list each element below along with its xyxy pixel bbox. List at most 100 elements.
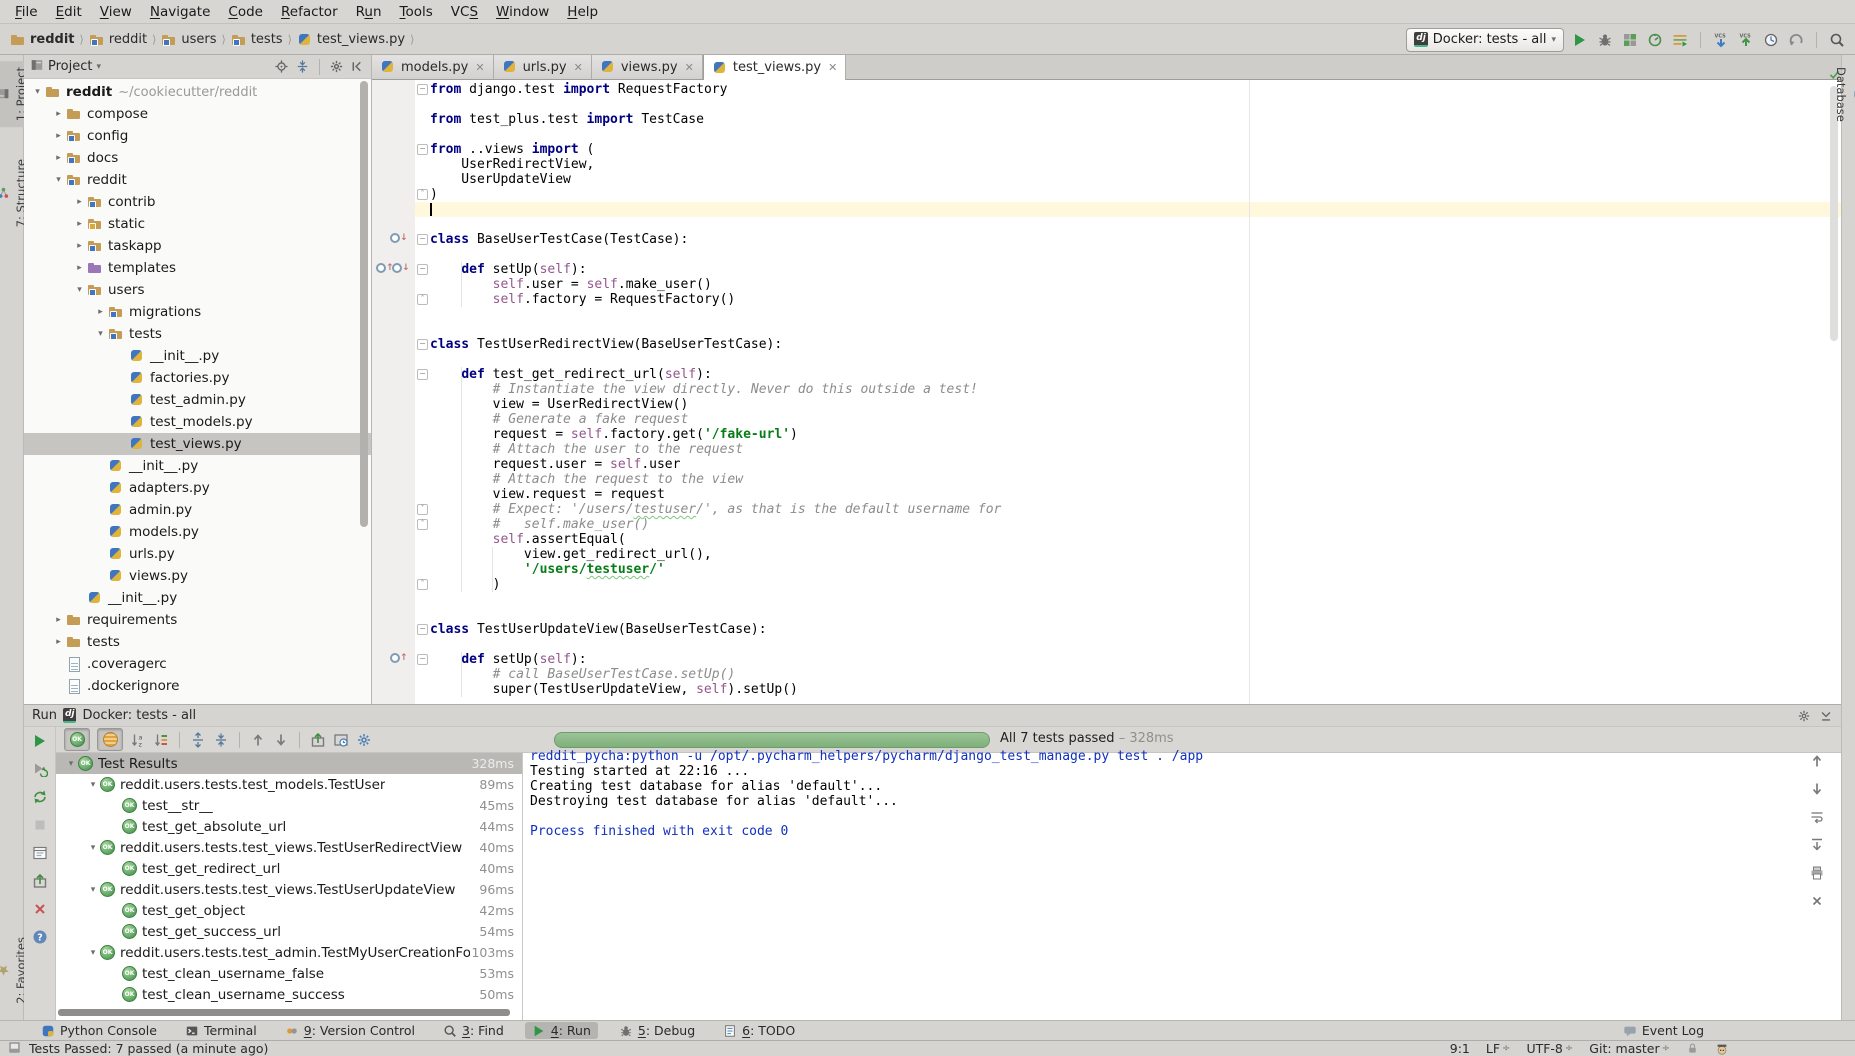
sort-by-duration-button[interactable] — [153, 732, 169, 748]
code-editor[interactable]: from django.test import RequestFactoryfr… — [372, 80, 1841, 704]
tree-toggle-icon[interactable]: ▾ — [86, 885, 100, 895]
project-tree-item-users[interactable]: ▾users — [24, 279, 371, 301]
scroll-to-end-button[interactable] — [1809, 837, 1825, 853]
tree-toggle-icon[interactable]: ▸ — [51, 109, 66, 119]
toolwindow-4-run[interactable]: 4: Run — [525, 1022, 598, 1039]
project-tree-item-__init__-py[interactable]: __init__.py — [24, 455, 371, 477]
project-tree-item-test_admin-py[interactable]: test_admin.py — [24, 389, 371, 411]
test-history-menu-button[interactable] — [333, 732, 349, 748]
test-row-reddit-users-tests-test_views-TestUserUpdateView[interactable]: ▾OKreddit.users.tests.test_views.TestUse… — [56, 879, 522, 900]
tree-toggle-icon[interactable]: ▸ — [51, 153, 66, 163]
code-line[interactable]: ) — [430, 577, 1841, 592]
fold-marker-icon[interactable]: ˄ — [417, 519, 428, 530]
test-row-test_clean_username_success[interactable]: OKtest_clean_username_success50ms — [56, 984, 522, 1005]
test-console[interactable]: reddit_pycha:python -u /opt/.pycharm_hel… — [530, 749, 1795, 1020]
fold-marker-icon[interactable]: − — [417, 264, 428, 275]
toolwindow-python-console[interactable]: Python Console — [34, 1022, 164, 1039]
breadcrumb-item[interactable]: test_views.py — [297, 32, 405, 48]
collapse-all-button[interactable] — [295, 59, 310, 74]
menu-view[interactable]: View — [91, 4, 141, 20]
fold-marker-icon[interactable]: − — [417, 369, 428, 380]
code-line[interactable]: request = self.factory.get('/fake-url') — [430, 427, 1841, 442]
tab-test_views-py[interactable]: test_views.py✕ — [703, 55, 846, 80]
settings-icon[interactable] — [1797, 709, 1811, 723]
close-button[interactable] — [32, 901, 48, 917]
run-with-menu-button[interactable] — [1672, 32, 1688, 48]
hide-panel-button[interactable] — [350, 59, 365, 74]
menu-code[interactable]: Code — [219, 4, 272, 20]
rerun-tests-button[interactable] — [32, 733, 48, 749]
close-icon[interactable]: ✕ — [475, 61, 484, 74]
up-stack-trace-button[interactable] — [1809, 753, 1825, 769]
project-tree-item-test_models-py[interactable]: test_models.py — [24, 411, 371, 433]
project-tree-item-admin-py[interactable]: admin.py — [24, 499, 371, 521]
code-line[interactable]: # call BaseUserTestCase.setUp() — [430, 667, 1841, 682]
sort-alphabetically-button[interactable]: az — [130, 732, 146, 748]
toolwindow-9-version-control[interactable]: 9: Version Control — [278, 1022, 422, 1039]
tree-toggle-icon[interactable]: ▾ — [86, 780, 100, 790]
hide-panel-button[interactable] — [1819, 709, 1833, 723]
code-line[interactable]: self.assertEqual( — [430, 532, 1841, 547]
code-line[interactable]: # Expect: '/users/testuser/', as that is… — [430, 502, 1841, 517]
local-history-icon[interactable] — [1763, 32, 1779, 48]
close-icon[interactable]: ✕ — [828, 61, 837, 74]
tab-views-py[interactable]: views.py✕ — [592, 55, 703, 79]
toolwindow-5-debug[interactable]: 5: Debug — [612, 1022, 702, 1039]
code-line[interactable] — [430, 607, 1841, 622]
project-tree-item-contrib[interactable]: ▸contrib — [24, 191, 371, 213]
show-ignored-toggle[interactable] — [97, 728, 123, 751]
tab-urls-py[interactable]: urls.py✕ — [494, 55, 592, 79]
export-test-results-button[interactable] — [310, 732, 326, 748]
code-line[interactable]: self.user = self.make_user() — [430, 277, 1841, 292]
project-tree-item-urls-py[interactable]: urls.py — [24, 543, 371, 565]
status-widget-git-master[interactable]: Git: master÷ — [1589, 1041, 1670, 1056]
tree-toggle-icon[interactable]: ▸ — [51, 131, 66, 141]
soft-wrap-button[interactable] — [1809, 809, 1825, 825]
fold-marker-icon[interactable]: − — [417, 84, 428, 95]
tree-toggle-icon[interactable]: ▸ — [72, 197, 87, 207]
close-icon[interactable]: ✕ — [574, 61, 583, 74]
code-line[interactable]: view = UserRedirectView() — [430, 397, 1841, 412]
chevron-down-icon[interactable]: ▾ — [96, 62, 101, 72]
tree-toggle-icon[interactable]: ▾ — [86, 843, 100, 853]
toolwindow-toggle-icon[interactable] — [8, 1041, 21, 1054]
toolwindow-6-todo[interactable]: 6: TODO — [716, 1022, 802, 1039]
breadcrumb-item[interactable]: reddit — [89, 32, 147, 48]
project-tree-item-__init__-py[interactable]: __init__.py — [24, 345, 371, 367]
status-widget-utf-8[interactable]: UTF-8÷ — [1526, 1041, 1573, 1056]
fold-marker-icon[interactable]: ˄ — [417, 579, 428, 590]
project-tree-item-docs[interactable]: ▸docs — [24, 147, 371, 169]
code-line[interactable]: class TestUserUpdateView(BaseUserTestCas… — [430, 622, 1841, 637]
project-tree-item-__init__-py[interactable]: __init__.py — [24, 587, 371, 609]
test-row-test_get_absolute_url[interactable]: OKtest_get_absolute_url44ms — [56, 816, 522, 837]
project-tree-item-config[interactable]: ▸config — [24, 125, 371, 147]
fold-marker-icon[interactable]: − — [417, 339, 428, 350]
tree-toggle-icon[interactable]: ▸ — [93, 307, 108, 317]
clear-all-button[interactable] — [1809, 893, 1825, 909]
code-line[interactable]: UserRedirectView, — [430, 157, 1841, 172]
breadcrumb-item[interactable]: tests — [231, 32, 283, 48]
code-line[interactable]: class BaseUserTestCase(TestCase): — [430, 232, 1841, 247]
project-tree-item-models-py[interactable]: models.py — [24, 521, 371, 543]
run-button[interactable] — [1572, 32, 1588, 48]
project-tree-item-taskapp[interactable]: ▸taskapp — [24, 235, 371, 257]
code-line[interactable]: ) — [430, 187, 1841, 202]
previous-failed-test-button[interactable] — [250, 732, 266, 748]
code-line[interactable]: self.factory = RequestFactory() — [430, 292, 1841, 307]
code-line[interactable]: UserUpdateView — [430, 172, 1841, 187]
menu-navigate[interactable]: Navigate — [141, 4, 220, 20]
tree-toggle-icon[interactable]: ▾ — [51, 175, 66, 185]
fold-marker-icon[interactable]: ˅ — [417, 504, 428, 515]
breadcrumb-item[interactable]: users — [161, 32, 216, 48]
breadcrumb-item[interactable]: reddit — [10, 32, 75, 48]
project-tree-item-views-py[interactable]: views.py — [24, 565, 371, 587]
code-line[interactable]: from django.test import RequestFactory — [430, 82, 1841, 97]
code-line[interactable] — [430, 97, 1841, 112]
test-tree-scrollbar[interactable] — [58, 1009, 510, 1016]
settings-icon[interactable] — [329, 59, 344, 74]
test-row-test_clean_username_false[interactable]: OKtest_clean_username_false53ms — [56, 963, 522, 984]
import-test-results-button[interactable] — [32, 873, 48, 889]
tree-toggle-icon[interactable]: ▸ — [72, 241, 87, 251]
show-passed-toggle[interactable]: OK — [64, 728, 90, 751]
expand-all-button[interactable] — [190, 732, 206, 748]
